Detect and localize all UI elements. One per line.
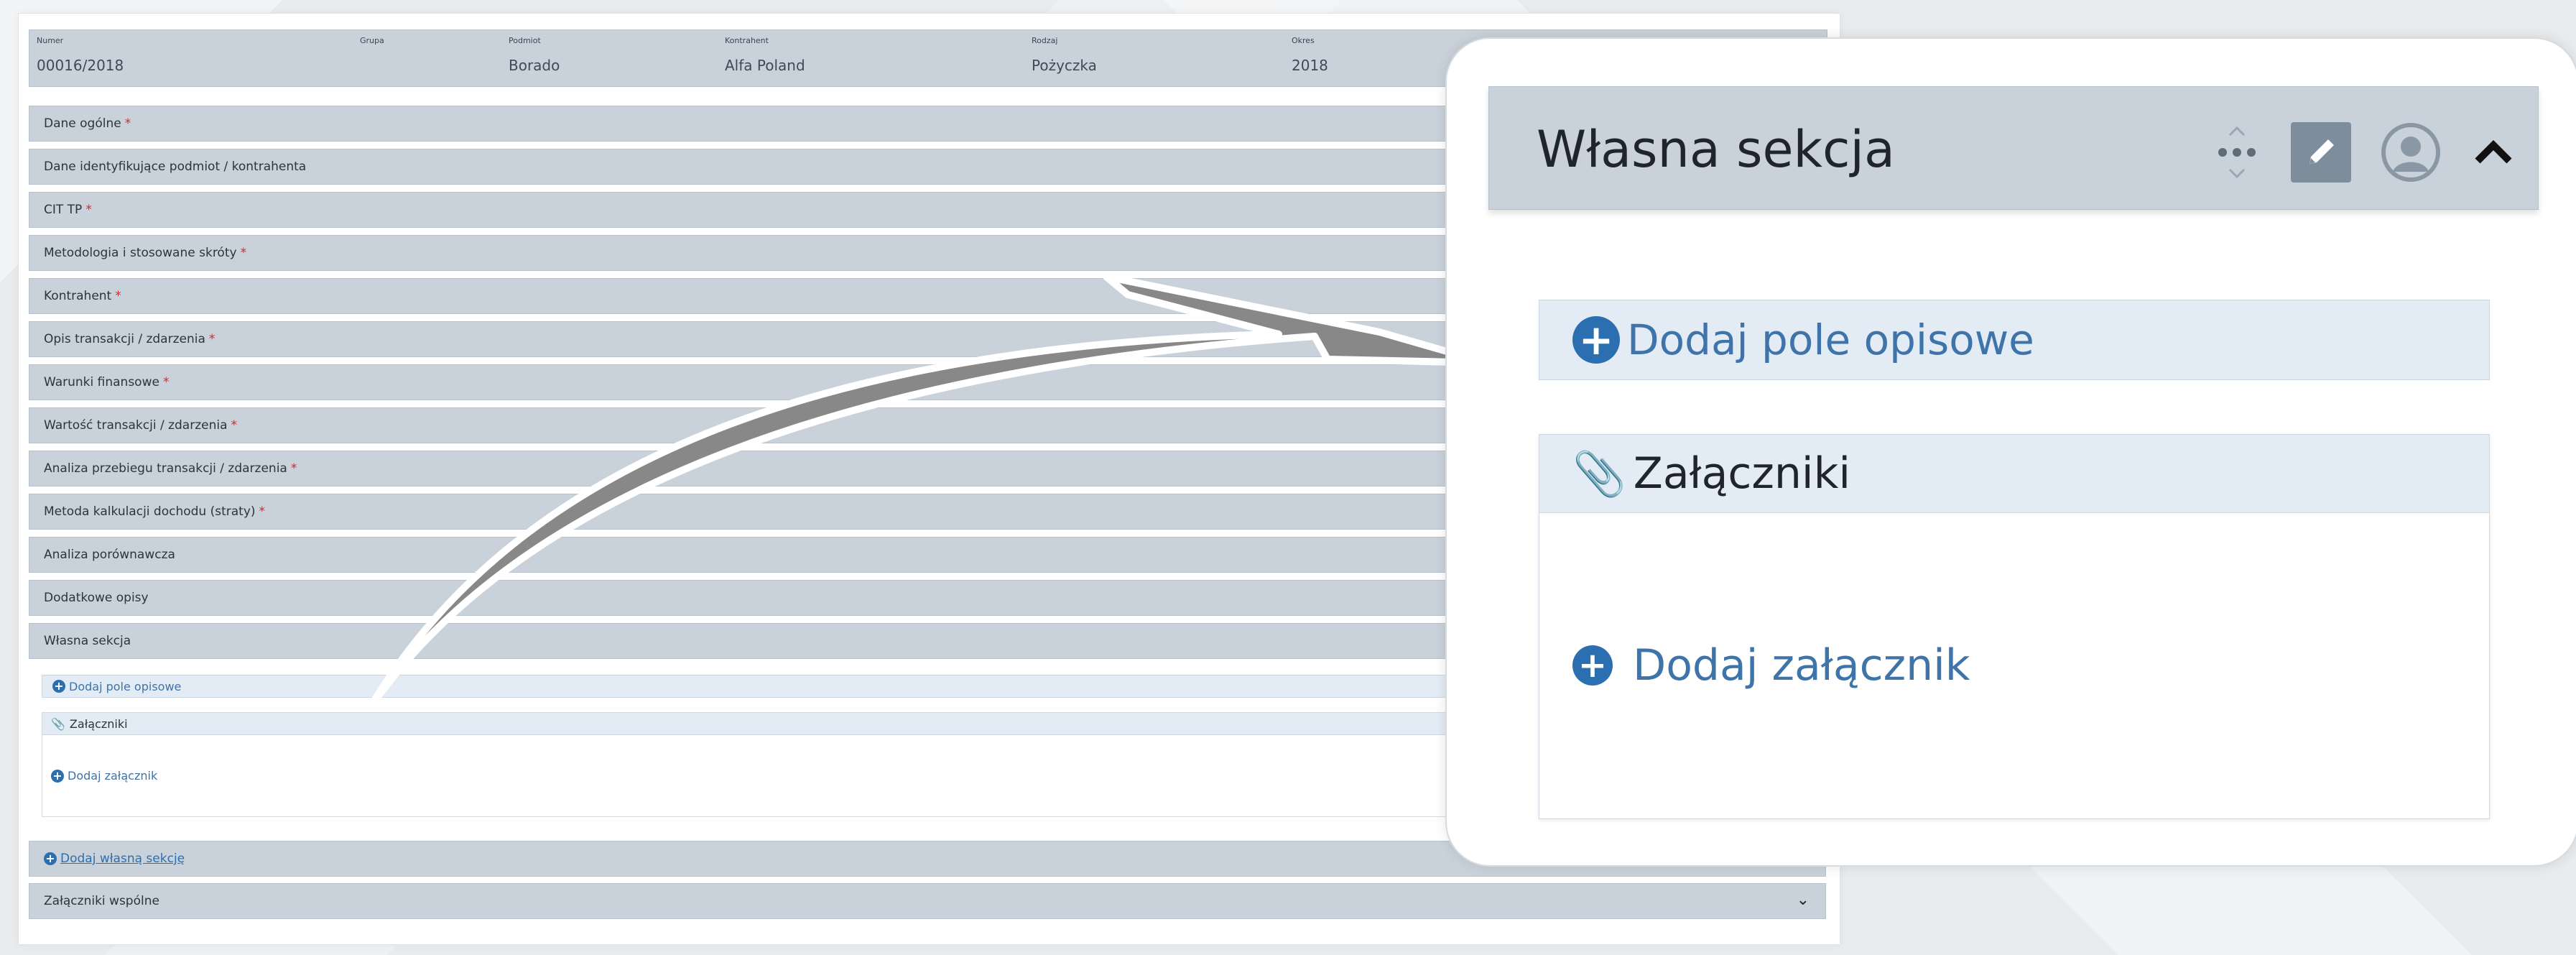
chevron-up-icon[interactable] — [2470, 129, 2516, 175]
zoom-add-field-button[interactable]: + Dodaj pole opisowe — [1539, 300, 2490, 380]
edit-icon[interactable] — [2291, 122, 2351, 183]
paperclip-icon: 📎 — [1572, 448, 1626, 499]
user-icon[interactable] — [2380, 121, 2442, 183]
zoom-callout: Własna sekcja + Dodaj pole opisowe 📎 Zał… — [1445, 37, 2576, 867]
zoom-add-attachment-link[interactable]: + Dodaj załącznik — [1572, 640, 1970, 691]
arrow-shape — [366, 273, 1491, 711]
zoom-attachments-panel: 📎 Załączniki + Dodaj załącznik — [1539, 434, 2490, 819]
zoom-section-header[interactable]: Własna sekcja — [1488, 86, 2539, 210]
zoom-attachments-header: 📎 Załączniki — [1539, 435, 2489, 513]
plus-circle-icon: + — [1572, 645, 1613, 686]
move-icon[interactable] — [2212, 122, 2262, 183]
zoom-section-tools — [2183, 121, 2516, 183]
plus-circle-icon: + — [1572, 316, 1620, 364]
